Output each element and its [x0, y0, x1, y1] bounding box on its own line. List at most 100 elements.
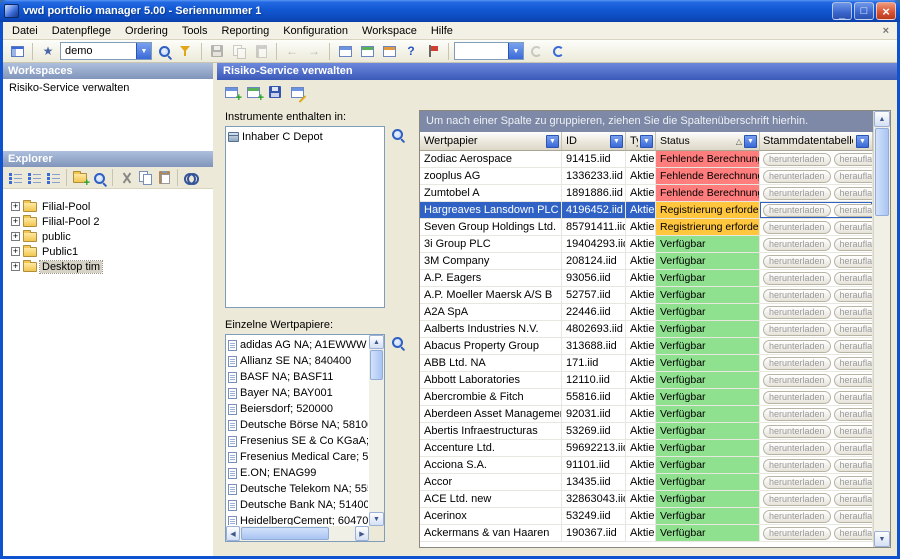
- new-folder-icon[interactable]: +: [71, 169, 89, 187]
- tree-item[interactable]: + Filial-Pool 2: [11, 214, 209, 229]
- upload-button[interactable]: heraufladen: [834, 340, 873, 353]
- table-row[interactable]: Accor 13435.iid Aktie Verfügbar herunter…: [420, 474, 873, 491]
- view-details-icon[interactable]: [44, 169, 62, 187]
- maximize-button[interactable]: □: [854, 2, 874, 20]
- view-tree-icon[interactable]: [6, 169, 24, 187]
- table-row[interactable]: Aberdeen Asset Management 92031.iid Akti…: [420, 406, 873, 423]
- upload-button[interactable]: heraufladen: [834, 408, 873, 421]
- upload-button[interactable]: heraufladen: [834, 306, 873, 319]
- security-item[interactable]: Deutsche Bank NA; 514000: [228, 497, 368, 513]
- column-header-status[interactable]: Status △ ▼: [656, 132, 760, 151]
- upload-button[interactable]: heraufladen: [834, 527, 873, 540]
- download-button[interactable]: herunterladen: [763, 374, 831, 387]
- scroll-down-icon[interactable]: ▼: [874, 531, 890, 547]
- menu-item[interactable]: Ordering: [118, 24, 175, 38]
- download-button[interactable]: herunterladen: [763, 408, 831, 421]
- table-row[interactable]: Aalberts Industries N.V. 4802693.iid Akt…: [420, 321, 873, 338]
- filter-icon[interactable]: ▼: [640, 135, 653, 148]
- download-button[interactable]: herunterladen: [763, 476, 831, 489]
- security-item[interactable]: BASF NA; BASF11: [228, 369, 368, 385]
- symbol-combo[interactable]: ▼: [454, 42, 524, 60]
- table-row[interactable]: Abercrombie & Fitch 55816.iid Aktie Verf…: [420, 389, 873, 406]
- minimize-button[interactable]: _: [832, 2, 852, 20]
- title-bar[interactable]: vwd portfolio manager 5.00 - Seriennumme…: [0, 0, 900, 22]
- download-button[interactable]: herunterladen: [763, 238, 831, 251]
- download-button[interactable]: herunterladen: [763, 510, 831, 523]
- combo-dropdown-icon[interactable]: ▼: [136, 43, 151, 59]
- expand-icon[interactable]: +: [11, 217, 20, 226]
- expand-icon[interactable]: +: [11, 262, 20, 271]
- search-icon[interactable]: [154, 41, 174, 61]
- table-row[interactable]: zooplus AG 1336233.iid Aktie Fehlende Be…: [420, 168, 873, 185]
- download-button[interactable]: herunterladen: [763, 187, 831, 200]
- table-row[interactable]: A2A SpA 22446.iid Aktie Verfügbar herunt…: [420, 304, 873, 321]
- filter-icon[interactable]: ▼: [856, 135, 869, 148]
- cut-icon[interactable]: [117, 169, 135, 187]
- table-row[interactable]: A.P. Moeller Maersk A/S B 52757.iid Akti…: [420, 287, 873, 304]
- security-item[interactable]: adidas AG NA; A1EWWW: [228, 337, 368, 353]
- add-security-icon[interactable]: +: [243, 82, 263, 102]
- scrollbar-thumb[interactable]: [241, 527, 329, 540]
- download-button[interactable]: herunterladen: [763, 170, 831, 183]
- paste-icon[interactable]: [155, 169, 173, 187]
- table-report-green-icon[interactable]: [357, 41, 377, 61]
- sync-icon[interactable]: [548, 41, 568, 61]
- search-icon[interactable]: [90, 169, 108, 187]
- download-button[interactable]: herunterladen: [763, 493, 831, 506]
- security-item[interactable]: Allianz SE NA; 840400: [228, 353, 368, 369]
- security-item[interactable]: Fresenius SE & Co KGaA; 5785: [228, 433, 368, 449]
- upload-button[interactable]: heraufladen: [834, 476, 873, 489]
- table-row[interactable]: Ackermans & van Haaren 190367.iid Aktie …: [420, 525, 873, 542]
- table-row[interactable]: Acerinox 53249.iid Aktie Verfügbar herun…: [420, 508, 873, 525]
- expand-icon[interactable]: +: [11, 232, 20, 241]
- table-row[interactable]: Abertis Infraestructuras 53269.iid Aktie…: [420, 423, 873, 440]
- download-button[interactable]: herunterladen: [763, 425, 831, 438]
- menu-item[interactable]: Reporting: [215, 24, 277, 38]
- scroll-right-icon[interactable]: ▶: [355, 526, 369, 541]
- forward-icon[interactable]: →: [304, 41, 324, 61]
- security-item[interactable]: E.ON; ENAG99: [228, 465, 368, 481]
- paste-icon[interactable]: [251, 41, 271, 61]
- column-header-stammdatentabelle[interactable]: Stammdatentabelle ▼: [760, 132, 873, 151]
- flag-icon[interactable]: [423, 41, 443, 61]
- table-report-orange-icon[interactable]: [379, 41, 399, 61]
- menu-item[interactable]: Tools: [175, 24, 215, 38]
- table-row[interactable]: Abacus Property Group 313688.iid Aktie V…: [420, 338, 873, 355]
- securities-horizontal-scrollbar[interactable]: ◀ ▶: [226, 526, 369, 541]
- download-button[interactable]: herunterladen: [763, 357, 831, 370]
- expand-icon[interactable]: +: [11, 202, 20, 211]
- download-button[interactable]: herunterladen: [763, 153, 831, 166]
- upload-button[interactable]: heraufladen: [834, 238, 873, 251]
- filter-icon[interactable]: ▼: [546, 135, 559, 148]
- table-row[interactable]: Abbott Laboratories 12110.iid Aktie Verf…: [420, 372, 873, 389]
- upload-button[interactable]: heraufladen: [834, 510, 873, 523]
- securities-vertical-scrollbar[interactable]: ▲ ▼: [369, 335, 384, 526]
- table-row[interactable]: Accenture Ltd. 59692213.iid Aktie Verfüg…: [420, 440, 873, 457]
- menu-item[interactable]: Workspace: [355, 24, 424, 38]
- table-row[interactable]: Seven Group Holdings Ltd. 85791411.iid A…: [420, 219, 873, 236]
- column-header-wertpapier[interactable]: Wertpapier ▼: [420, 132, 562, 151]
- security-item[interactable]: Bayer NA; BAY001: [228, 385, 368, 401]
- download-button[interactable]: herunterladen: [763, 289, 831, 302]
- back-icon[interactable]: ←: [282, 41, 302, 61]
- upload-button[interactable]: heraufladen: [834, 289, 873, 302]
- upload-button[interactable]: heraufladen: [834, 425, 873, 438]
- securities-search-icon[interactable]: [389, 334, 407, 352]
- download-button[interactable]: herunterladen: [763, 306, 831, 319]
- copy-icon[interactable]: [229, 41, 249, 61]
- upload-button[interactable]: heraufladen: [834, 357, 873, 370]
- download-button[interactable]: herunterladen: [763, 255, 831, 268]
- copy-icon[interactable]: [136, 169, 154, 187]
- instruments-search-icon[interactable]: [389, 126, 407, 144]
- upload-button[interactable]: heraufladen: [834, 442, 873, 455]
- menu-item[interactable]: Datenpflege: [45, 24, 118, 38]
- instruments-listbox[interactable]: Inhaber C Depot: [225, 126, 385, 308]
- scrollbar-thumb[interactable]: [370, 350, 383, 380]
- download-button[interactable]: herunterladen: [763, 340, 831, 353]
- download-button[interactable]: herunterladen: [763, 442, 831, 455]
- table-row[interactable]: Zodiac Aerospace 91415.iid Aktie Fehlend…: [420, 151, 873, 168]
- table-row[interactable]: Zumtobel A 1891886.iid Aktie Fehlende Be…: [420, 185, 873, 202]
- table-row[interactable]: 3i Group PLC 19404293.iid Aktie Verfügba…: [420, 236, 873, 253]
- security-item[interactable]: Fresenius Medical Care; 57858: [228, 449, 368, 465]
- combo-dropdown-icon[interactable]: ▼: [508, 43, 523, 59]
